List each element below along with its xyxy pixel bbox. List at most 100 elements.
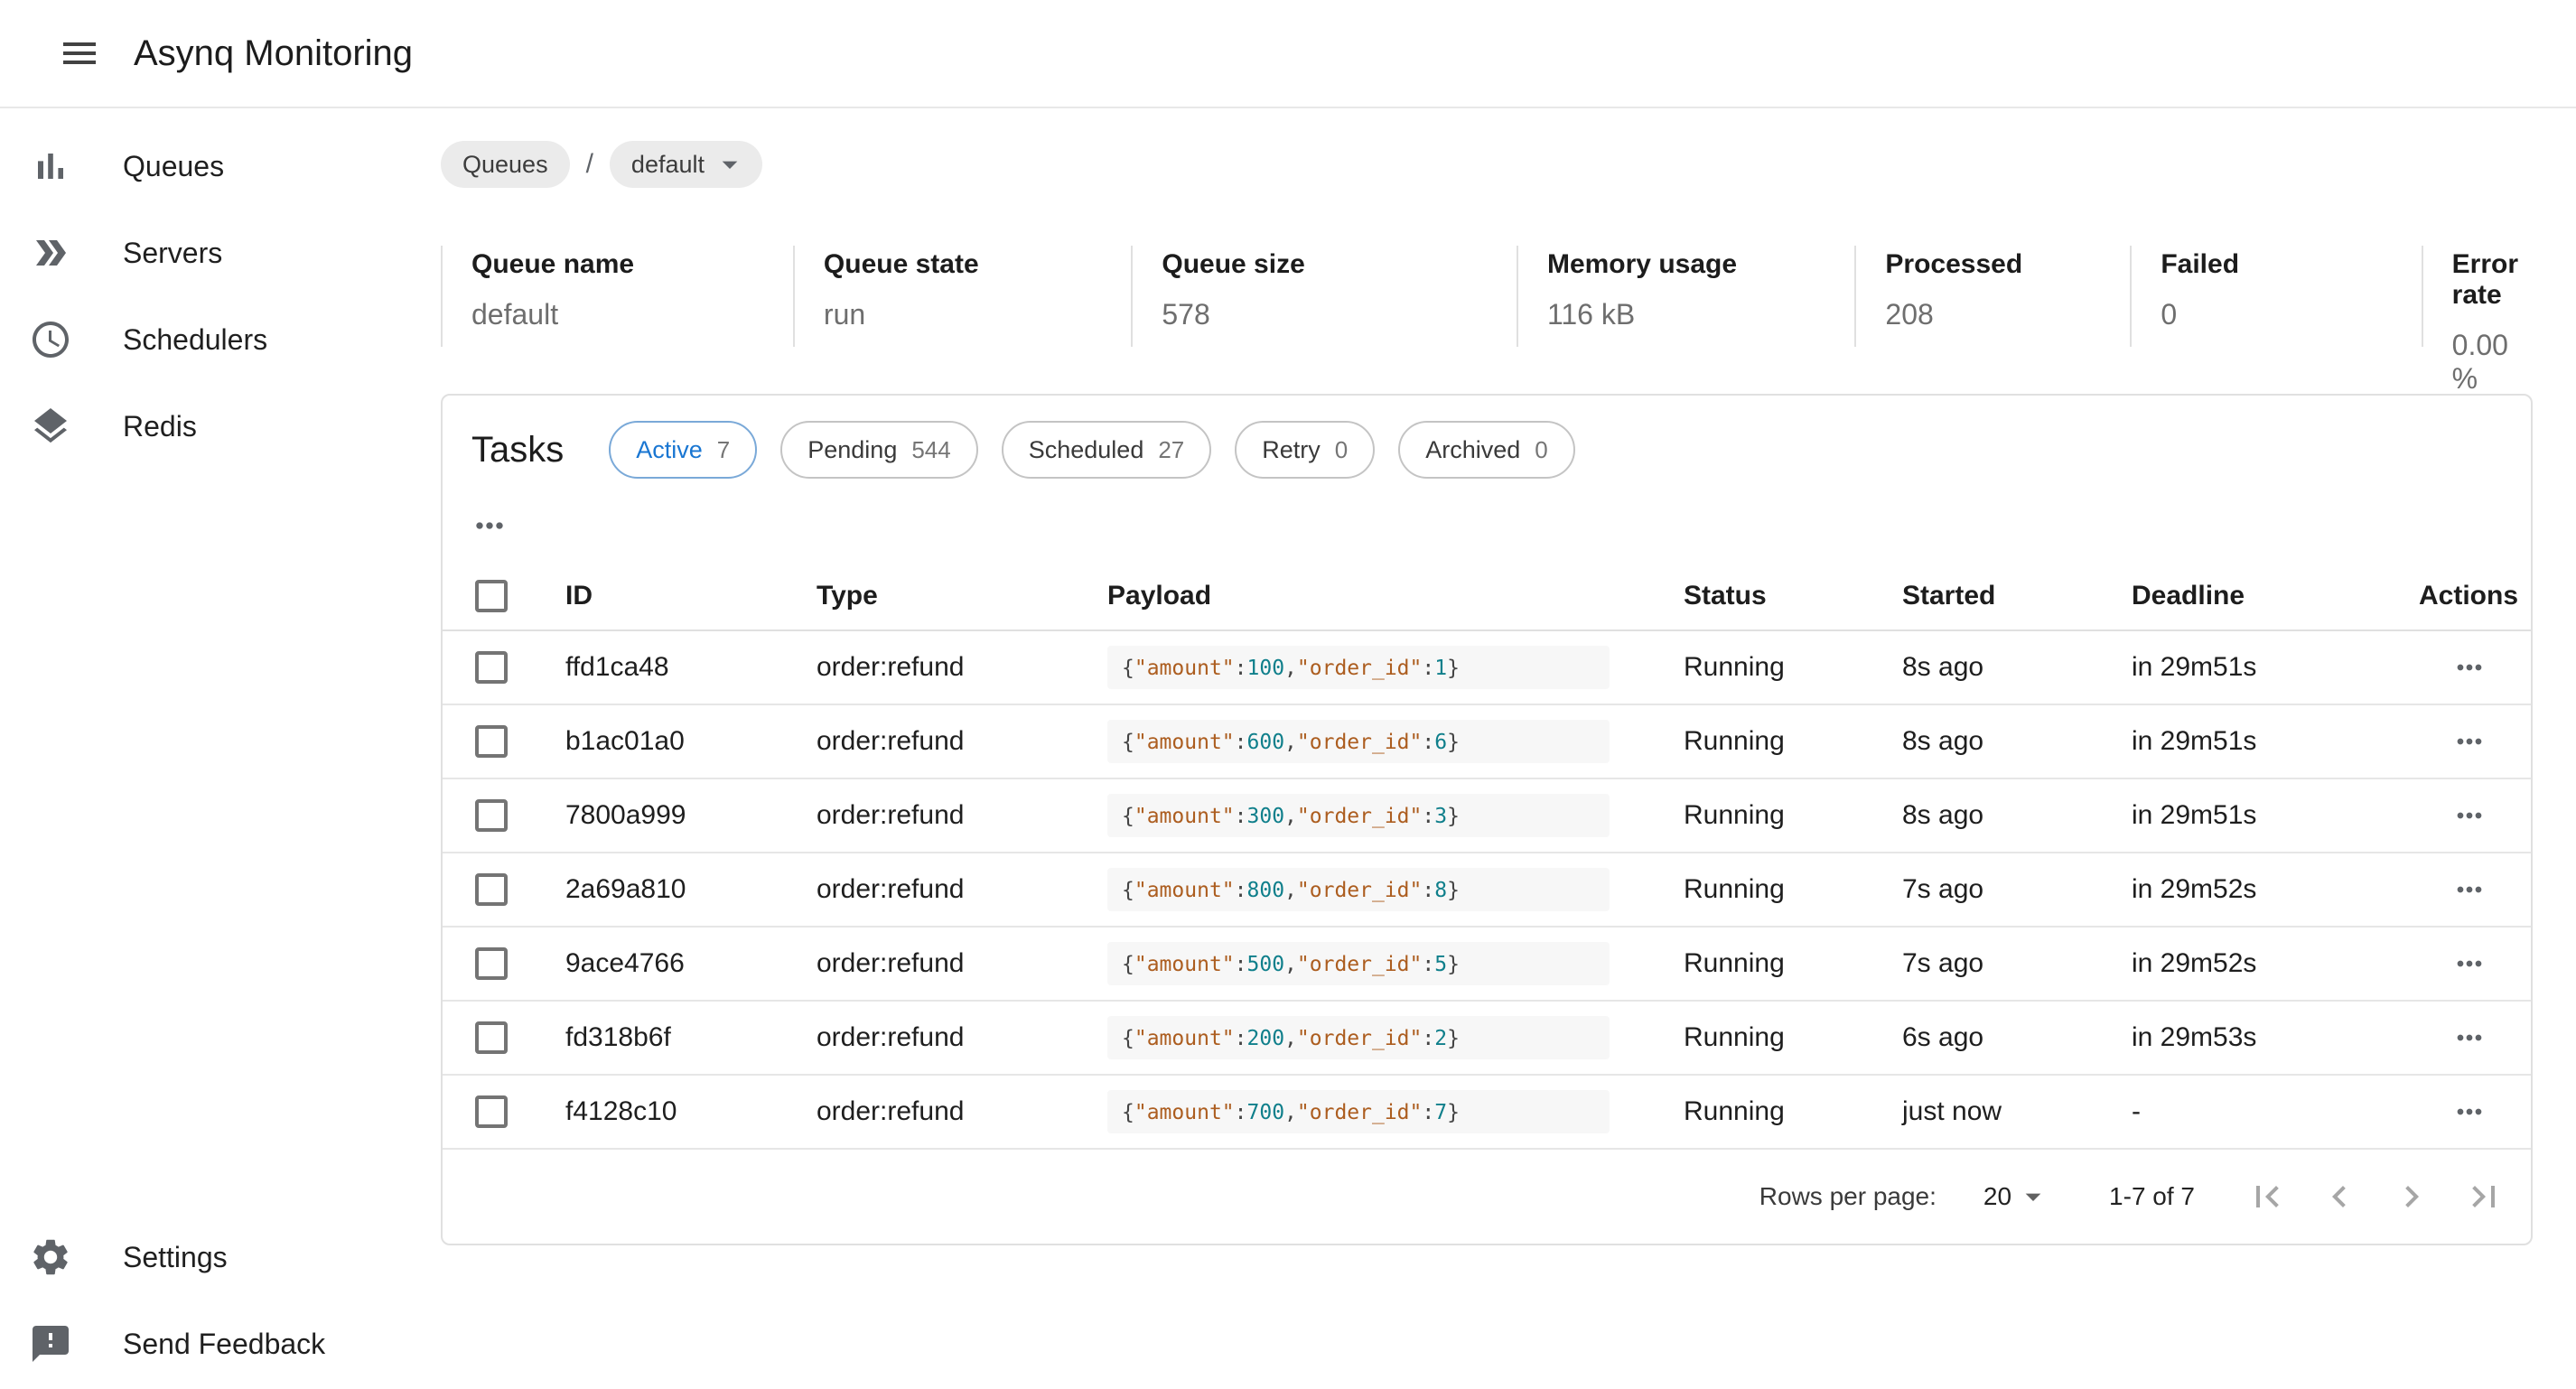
breadcrumb-queues-chip[interactable]: Queues [441,141,570,188]
payload-value: 300 [1247,805,1285,828]
payload-key: "order_id" [1297,879,1422,902]
main-content: Queues / default Queue name default [397,108,2576,1387]
rows-per-page-select[interactable]: 20 [1983,1179,2051,1215]
payload-key: "order_id" [1297,1101,1422,1124]
sidebar-item-queues[interactable]: Queues [0,123,397,210]
row-actions-button[interactable] [2437,1011,2502,1065]
payload-value: 6 [1434,731,1447,754]
row-checkbox[interactable] [475,947,508,980]
sidebar: Queues Servers Schedulers [0,108,397,1387]
task-payload-cell: {"amount":200,"order_id":2} [1086,1001,1662,1075]
task-type: order:refund [795,853,1086,927]
task-state-tab[interactable]: Active 7 [609,421,757,479]
more-horiz-icon [2451,723,2487,760]
payload-value: 7 [1434,1101,1447,1124]
queue-stat: Queue state run [793,246,1131,347]
task-started: 7s ago [1881,927,2110,1001]
task-state-tab[interactable]: Pending 544 [780,421,977,479]
sidebar-item-schedulers[interactable]: Schedulers [0,296,397,383]
column-header-id: ID [544,562,795,630]
task-state-tab[interactable]: Scheduled 27 [1002,421,1212,479]
tab-label: Scheduled [1029,436,1144,464]
sidebar-item-send-feedback[interactable]: Send Feedback [0,1300,397,1387]
sidebar-item-servers[interactable]: Servers [0,210,397,296]
task-state-tabs: Active 7 Pending 544 Scheduled 27 [609,421,1575,479]
row-actions-button[interactable] [2437,1085,2502,1139]
payload-key: "amount" [1134,1101,1235,1124]
table-header-row: ID Type Payload Status Started Deadline … [443,562,2531,630]
payload-colon: : [1235,1101,1247,1124]
sidebar-item-settings[interactable]: Settings [0,1214,397,1300]
more-horiz-icon [2451,797,2487,834]
row-checkbox[interactable] [475,725,508,758]
sidebar-item-label: Queues [123,150,224,183]
row-actions-button[interactable] [2437,714,2502,769]
task-started: 8s ago [1881,778,2110,853]
row-actions-button[interactable] [2437,862,2502,917]
row-actions-button[interactable] [2437,640,2502,694]
task-status: Running [1662,1075,1881,1149]
payload-brace: { [1122,805,1134,828]
payload-brace: } [1447,657,1460,680]
menu-button[interactable] [43,17,116,89]
tab-count-badge: 7 [717,436,730,464]
stat-label: Error rate [2452,249,2518,311]
task-payload-cell: {"amount":100,"order_id":1} [1086,630,1662,704]
payload-key: "order_id" [1297,805,1422,828]
task-payload-cell: {"amount":500,"order_id":5} [1086,927,1662,1001]
payload-value: 8 [1434,879,1447,902]
payload-comma: , [1284,1027,1297,1050]
task-payload-cell: {"amount":600,"order_id":6} [1086,704,1662,778]
clock-icon [29,318,72,361]
payload-colon: : [1422,879,1434,902]
payload-colon: : [1422,657,1434,680]
sidebar-item-redis[interactable]: Redis [0,383,397,470]
payload-colon: : [1422,953,1434,976]
queue-select-chip[interactable]: default [610,141,762,188]
payload-value: 600 [1247,731,1285,754]
row-actions-button[interactable] [2437,937,2502,991]
hamburger-icon [58,32,101,75]
task-type: order:refund [795,704,1086,778]
row-checkbox[interactable] [475,873,508,906]
task-status: Running [1662,778,1881,853]
app-root: Asynq Monitoring Queues Servers [0,0,2576,1389]
previous-page-button[interactable] [2303,1161,2375,1233]
table-options-button[interactable] [457,493,522,558]
task-row: ffd1ca48 order:refund {"amount":100,"ord… [443,630,2531,704]
queue-stat: Memory usage 116 kB [1517,246,1854,347]
task-state-tab[interactable]: Archived 0 [1398,421,1575,479]
payload-key: "order_id" [1297,1027,1422,1050]
pagination-range: 1-7 of 7 [2109,1182,2195,1211]
row-checkbox[interactable] [475,1021,508,1054]
column-header-started: Started [1881,562,2110,630]
row-checkbox[interactable] [475,651,508,684]
top-app-bar: Asynq Monitoring [0,0,2576,108]
tab-label: Pending [807,436,897,464]
bar-chart-icon [29,144,72,188]
task-type: order:refund [795,630,1086,704]
row-checkbox[interactable] [475,799,508,832]
column-header-deadline: Deadline [2110,562,2397,630]
double-arrow-icon [29,231,72,275]
task-state-tab[interactable]: Retry 0 [1235,421,1375,479]
stat-label: Failed [2161,249,2406,280]
breadcrumb-root-label: Queues [462,151,548,179]
task-status: Running [1662,1001,1881,1075]
payload-brace: { [1122,731,1134,754]
queue-stat: Processed 208 [1854,246,2130,347]
chevron-left-icon [2318,1175,2361,1218]
sidebar-item-label: Settings [123,1241,228,1274]
current-queue-label: default [631,151,705,179]
task-deadline: in 29m51s [2110,704,2397,778]
row-checkbox[interactable] [475,1095,508,1128]
next-page-button[interactable] [2375,1161,2448,1233]
select-all-checkbox[interactable] [475,580,508,612]
payload-colon: : [1422,805,1434,828]
task-row: b1ac01a0 order:refund {"amount":600,"ord… [443,704,2531,778]
first-page-button[interactable] [2231,1161,2303,1233]
last-page-button[interactable] [2448,1161,2520,1233]
task-started: 7s ago [1881,853,2110,927]
payload-value: 800 [1247,879,1285,902]
row-actions-button[interactable] [2437,788,2502,843]
